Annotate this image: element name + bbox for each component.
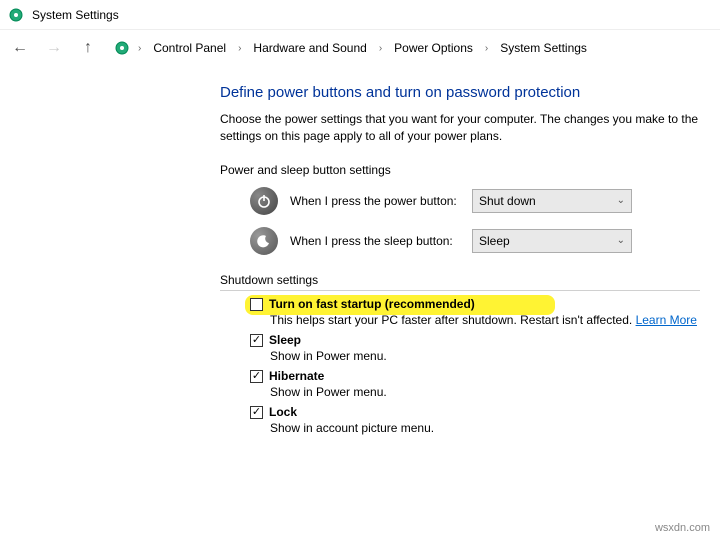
chevron-down-icon: ⌄: [617, 235, 625, 246]
sleep-icon: [250, 227, 278, 255]
sleep-button-label: When I press the sleep button:: [290, 234, 460, 248]
lock-desc: Show in account picture menu.: [270, 421, 720, 435]
sleep-checkbox[interactable]: ✓: [250, 334, 263, 347]
sleep-desc: Show in Power menu.: [270, 349, 720, 363]
up-button[interactable]: ↑: [76, 36, 100, 60]
hibernate-checkbox[interactable]: ✓: [250, 370, 263, 383]
power-options-icon: [8, 7, 24, 23]
sleep-button-dropdown[interactable]: Sleep ⌄: [472, 229, 632, 253]
sleep-button-row: When I press the sleep button: Sleep ⌄: [250, 227, 720, 255]
shutdown-heading: Shutdown settings: [220, 273, 700, 291]
chevron-right-icon: ›: [134, 43, 145, 54]
power-sleep-heading: Power and sleep button settings: [220, 163, 720, 177]
lock-item: ✓ Lock: [250, 405, 720, 419]
fast-startup-item: Turn on fast startup (recommended): [250, 297, 720, 311]
power-icon: [250, 187, 278, 215]
fast-startup-checkbox[interactable]: [250, 298, 263, 311]
window-title: System Settings: [32, 8, 119, 22]
sleep-item: ✓ Sleep: [250, 333, 720, 347]
dropdown-value: Shut down: [479, 194, 536, 208]
fast-startup-desc: This helps start your PC faster after sh…: [270, 313, 720, 327]
lock-label: Lock: [269, 405, 297, 419]
dropdown-value: Sleep: [479, 234, 510, 248]
back-button[interactable]: ←: [8, 36, 32, 60]
chevron-right-icon: ›: [375, 43, 386, 54]
breadcrumb-item[interactable]: Control Panel: [149, 39, 230, 57]
power-options-icon: [114, 40, 130, 56]
breadcrumb-item[interactable]: System Settings: [496, 39, 591, 57]
fast-startup-label: Turn on fast startup (recommended): [269, 297, 475, 311]
lock-checkbox[interactable]: ✓: [250, 406, 263, 419]
chevron-right-icon: ›: [234, 43, 245, 54]
breadcrumb-item[interactable]: Hardware and Sound: [249, 39, 370, 57]
power-button-row: When I press the power button: Shut down…: [250, 187, 720, 215]
power-button-dropdown[interactable]: Shut down ⌄: [472, 189, 632, 213]
breadcrumb[interactable]: › Control Panel › Hardware and Sound › P…: [110, 36, 712, 60]
learn-more-link[interactable]: Learn More: [636, 313, 697, 327]
content-pane: Define power buttons and turn on passwor…: [0, 66, 720, 435]
forward-button[interactable]: →: [42, 36, 66, 60]
hibernate-desc: Show in Power menu.: [270, 385, 720, 399]
hibernate-item: ✓ Hibernate: [250, 369, 720, 383]
titlebar: System Settings: [0, 0, 720, 30]
chevron-down-icon: ⌄: [617, 195, 625, 206]
chevron-right-icon: ›: [481, 43, 492, 54]
breadcrumb-item[interactable]: Power Options: [390, 39, 477, 57]
page-title: Define power buttons and turn on passwor…: [220, 84, 720, 101]
navbar: ← → ↑ › Control Panel › Hardware and Sou…: [0, 30, 720, 66]
shutdown-settings-list: Turn on fast startup (recommended) This …: [220, 297, 720, 435]
power-button-label: When I press the power button:: [290, 194, 460, 208]
watermark: wsxdn.com: [655, 522, 710, 534]
page-description: Choose the power settings that you want …: [220, 111, 720, 145]
hibernate-label: Hibernate: [269, 369, 324, 383]
sleep-label: Sleep: [269, 333, 301, 347]
